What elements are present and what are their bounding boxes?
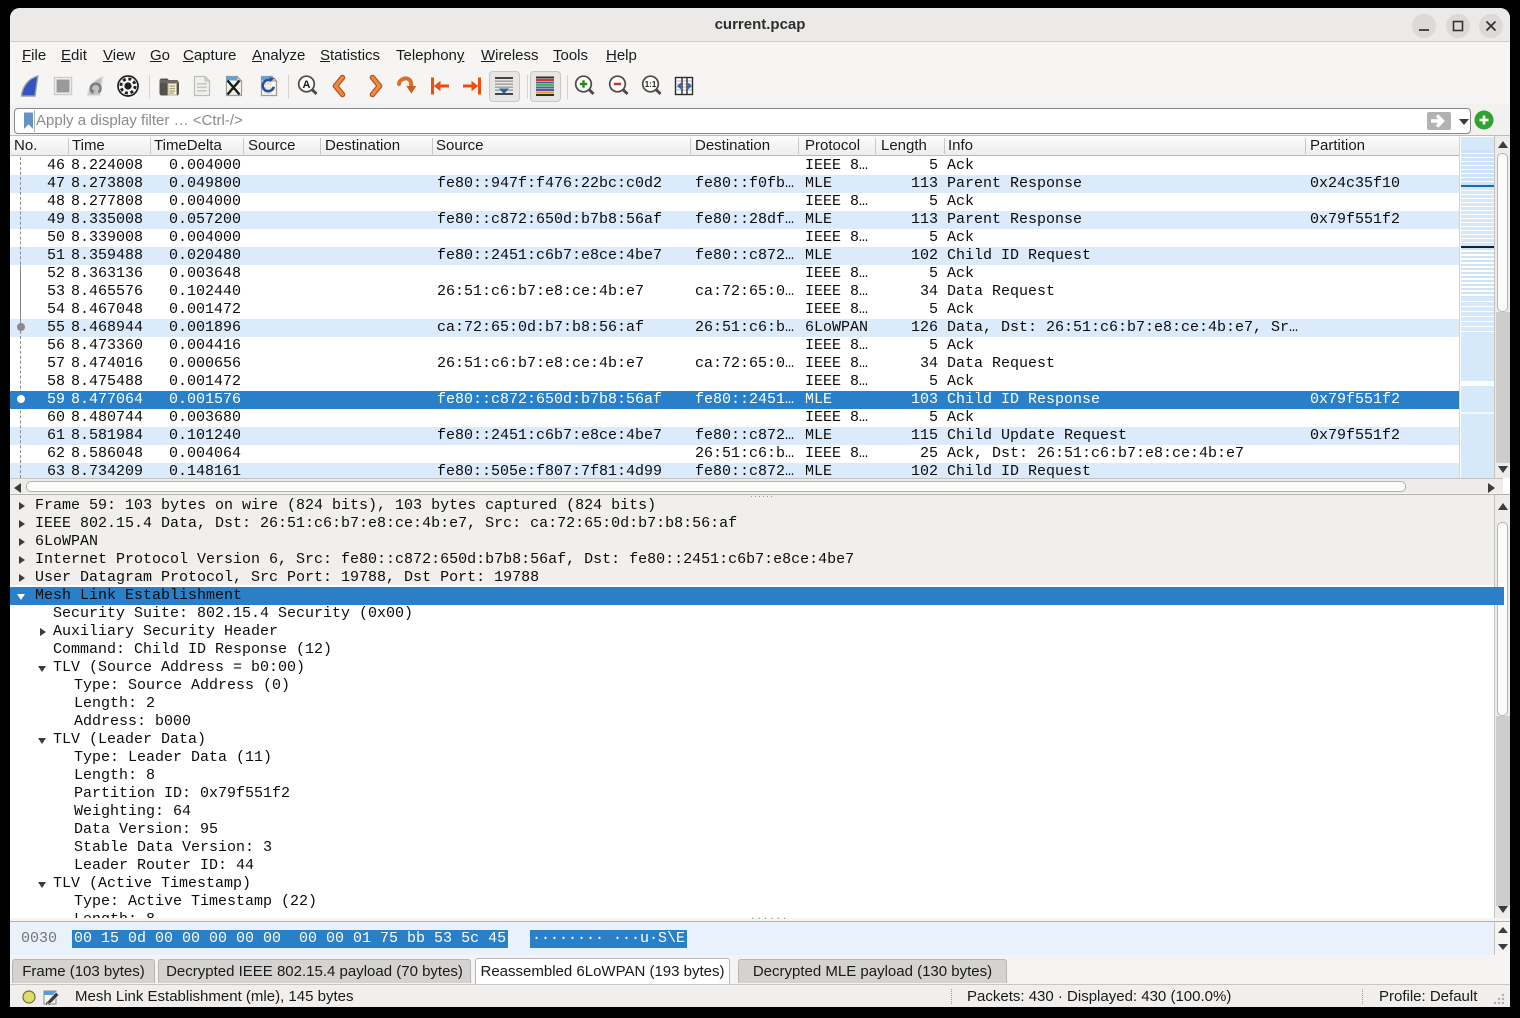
svg-text:1:1: 1:1 <box>645 80 657 89</box>
svg-text:A: A <box>303 79 311 91</box>
